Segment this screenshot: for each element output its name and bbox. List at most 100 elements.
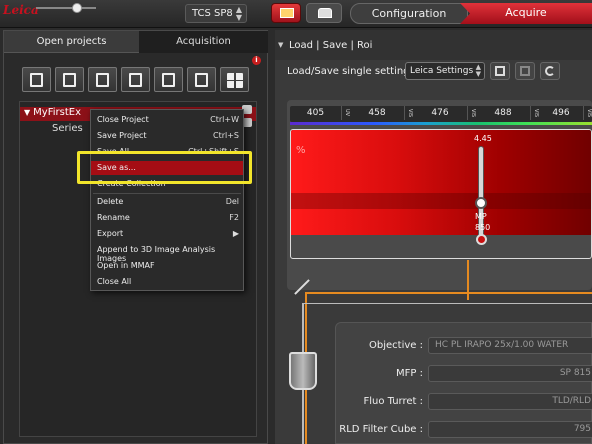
save-button[interactable] — [121, 67, 150, 92]
new-project-button[interactable] — [55, 67, 84, 92]
menu-item-export[interactable]: Export ▶ — [91, 227, 243, 241]
menu-item-label: Delete — [97, 197, 124, 206]
wavelength-496[interactable]: 496 — [539, 106, 584, 120]
collapse-triangle-icon[interactable]: ▼ — [278, 41, 283, 49]
laser-slider-knob[interactable] — [475, 197, 487, 209]
beam-line-gray — [302, 303, 592, 304]
project-toolbar — [22, 67, 249, 93]
open-project-button[interactable] — [88, 67, 117, 92]
menu-item-close-all[interactable]: Close All — [91, 275, 243, 289]
optics-row-mfp: MFP : SP 815 — [336, 365, 592, 383]
brightness-slider-track[interactable] — [36, 7, 96, 9]
submenu-arrow-icon: ▶ — [232, 229, 239, 238]
project-name: MyFirstEx — [33, 107, 81, 118]
system-select-value: TCS SP8 — [192, 8, 233, 19]
laser-power-area — [291, 130, 591, 235]
menu-item-append-3d[interactable]: Append to 3D Image Analysis Images — [91, 243, 243, 263]
fluo-turret-select[interactable]: TLD/RLD — [428, 393, 592, 410]
settings-select-value: Leica Settings — [410, 66, 474, 76]
brightness-slider-knob[interactable] — [72, 3, 82, 13]
tab-configuration[interactable]: Configuration — [350, 3, 468, 24]
beam-line-orange — [305, 292, 592, 294]
menu-item-label: Export — [97, 229, 124, 238]
wavelength-476[interactable]: 476 — [413, 106, 468, 120]
beam-line-orange — [467, 260, 469, 300]
power-band — [291, 193, 591, 209]
laser-power-frame: % 4.45 MP 850 — [290, 129, 592, 259]
section-header[interactable]: ▼ Load | Save | Roi — [275, 30, 592, 60]
callout-highlight-box — [77, 151, 252, 184]
menu-item-shortcut: F2 — [229, 213, 239, 222]
tab-acquire[interactable]: Acquire — [460, 3, 592, 24]
cloud-mode-button[interactable] — [306, 3, 342, 23]
export-icon — [30, 73, 43, 87]
mfp-select[interactable]: SP 815 — [428, 365, 592, 382]
expand-triangle-icon[interactable]: ▼ — [24, 108, 30, 117]
undo-button[interactable] — [540, 62, 560, 80]
save-setting-button[interactable] — [490, 62, 510, 80]
menu-item-rename[interactable]: Rename F2 — [91, 211, 243, 225]
image-icon — [280, 8, 294, 18]
delete-setting-button[interactable] — [515, 62, 535, 80]
optics-row-rld-filter: RLD Filter Cube : 795 — [336, 421, 592, 439]
save-icon — [495, 66, 505, 76]
tab-acquisition[interactable]: Acquisition — [139, 31, 268, 53]
objective-select[interactable]: HC PL IRAPO 25x/1.00 WATER — [428, 337, 592, 354]
load-save-label: Load/Save single setting : — [287, 66, 417, 77]
menu-item-open-in-mmaf[interactable]: Open in MMAF — [91, 259, 243, 273]
laser-value: 4.45 — [474, 134, 492, 143]
wavelength-458[interactable]: 458 — [350, 106, 405, 120]
up-down-arrows-icon: ▲ ▼ — [235, 5, 242, 22]
settings-select[interactable]: Leica Settings ▲ ▼ — [405, 62, 485, 80]
top-bar: Leica TCS SP8 ▲ ▼ Configuration Acquire — [0, 0, 592, 28]
mp-label: MP — [475, 212, 487, 221]
up-down-arrows-icon: ▲ ▼ — [475, 63, 481, 78]
search-document-button[interactable] — [187, 67, 216, 92]
objective-icon — [289, 352, 317, 390]
section-title: Load | Save | Roi — [289, 40, 373, 51]
save-icon — [129, 73, 142, 87]
load-save-row: Load/Save single setting : Leica Setting… — [275, 60, 592, 84]
menu-item-delete[interactable]: Delete Del — [91, 195, 243, 209]
menu-item-save-project[interactable]: Save Project Ctrl+S — [91, 129, 243, 143]
context-menu: Close Project Ctrl+W Save Project Ctrl+S S… — [90, 109, 244, 291]
edit-button[interactable] — [154, 67, 183, 92]
open-folder-icon — [96, 73, 109, 87]
optics-row-objective: Objective : HC PL IRAPO 25x/1.00 WATER — [336, 337, 592, 355]
menu-item-label: Save Project — [97, 131, 147, 140]
rld-filter-label: RLD Filter Cube : — [339, 424, 423, 435]
app-window: Leica TCS SP8 ▲ ▼ Configuration Acquire O… — [0, 0, 592, 444]
layout-button[interactable] — [220, 67, 249, 92]
percent-label: % — [296, 145, 306, 156]
undo-icon — [545, 66, 555, 76]
wavelength-tag: VIS — [407, 108, 413, 118]
image-mode-button[interactable] — [271, 3, 301, 23]
leica-logo: Leica — [3, 3, 39, 17]
menu-item-close-project[interactable]: Close Project Ctrl+W — [91, 113, 243, 127]
wavelength-405[interactable]: 405 — [290, 106, 342, 120]
info-icon[interactable]: i — [252, 56, 261, 65]
new-project-icon — [63, 73, 76, 87]
wavelength-tag: VIS — [586, 108, 592, 118]
optics-panel: Objective : HC PL IRAPO 25x/1.00 WATER M… — [335, 322, 592, 444]
laser-toggle-button[interactable] — [476, 234, 487, 245]
wavelength-tag: UV — [344, 109, 350, 117]
laser-panel: 405 UV 458 VIS 476 VIS 488 VIS 496 VIS %… — [287, 100, 592, 290]
wavelength-488[interactable]: 488 — [476, 106, 531, 120]
cloud-icon — [318, 8, 332, 18]
mfp-label: MFP : — [396, 368, 423, 379]
acquire-panel: ▼ Load | Save | Roi Load/Save single set… — [275, 30, 592, 444]
system-select[interactable]: TCS SP8 ▲ ▼ — [185, 4, 247, 23]
menu-item-shortcut: Ctrl+S — [212, 131, 239, 140]
menu-item-shortcut: Del — [225, 197, 239, 206]
objective-label: Objective : — [369, 340, 423, 351]
tree-item-series[interactable]: Series — [52, 123, 83, 134]
export-button[interactable] — [22, 67, 51, 92]
laser-wavelength: 850 — [475, 223, 491, 232]
fluo-turret-label: Fluo Turret : — [363, 396, 423, 407]
search-document-icon — [195, 73, 208, 87]
spectrum-strip — [290, 122, 592, 125]
tab-open-projects[interactable]: Open projects — [4, 31, 139, 53]
edit-icon — [162, 73, 175, 87]
rld-filter-select[interactable]: 795 — [428, 421, 592, 438]
